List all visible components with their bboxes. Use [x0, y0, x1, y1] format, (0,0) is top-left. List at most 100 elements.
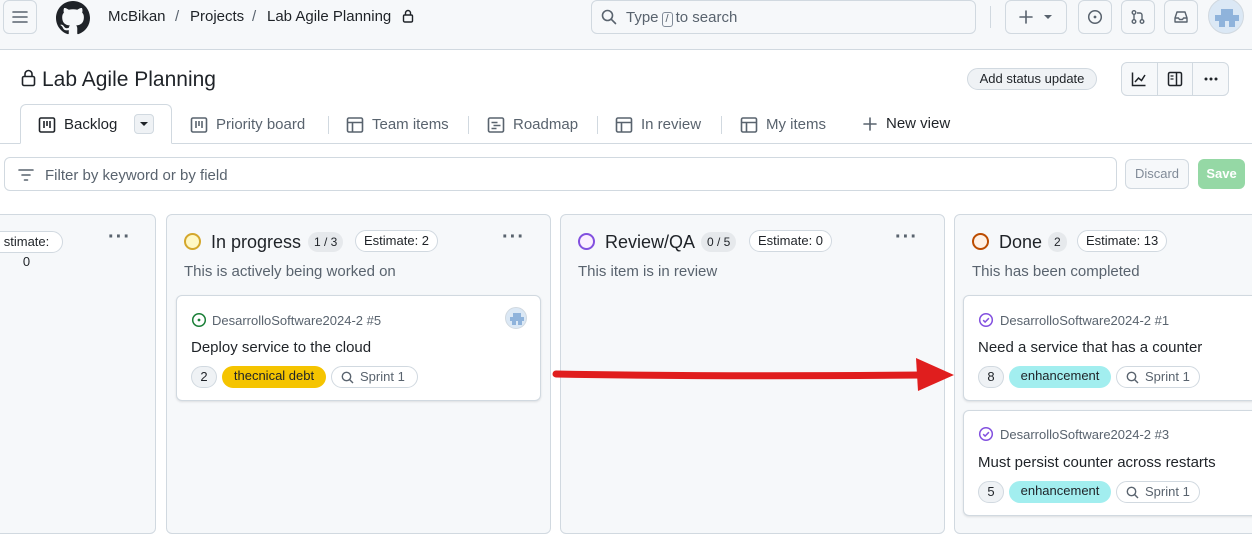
table-view-icon [346, 117, 364, 133]
search-shortcut-key: / [661, 12, 673, 27]
issue-opened-icon [1087, 9, 1103, 25]
breadcrumb-owner[interactable]: McBikan [108, 8, 166, 26]
plus-icon [1019, 10, 1033, 24]
hamburger-menu-button[interactable] [3, 0, 37, 34]
issue-card[interactable]: DesarrolloSoftware2024-2 #1 Need a servi… [963, 295, 1252, 401]
status-review-icon [578, 233, 595, 250]
table-view-icon [615, 117, 633, 133]
hamburger-icon [12, 11, 28, 23]
iterations-icon [1126, 371, 1139, 384]
header-divider [990, 6, 991, 28]
card-repository[interactable]: DesarrolloSoftware2024-2 #5 [212, 313, 381, 328]
filter-input[interactable]: Filter by keyword or by field [4, 157, 1117, 191]
column-description: This item is in review [578, 263, 718, 280]
iterations-icon [1126, 486, 1139, 499]
board-view-icon [38, 117, 56, 133]
top-navigation-bar: McBikan / Projects / Lab Agile Planning … [0, 0, 1252, 50]
filter-placeholder: Filter by keyword or by field [45, 167, 228, 184]
column-menu-button[interactable]: ··· [502, 227, 525, 247]
project-title: Lab Agile Planning [42, 68, 216, 91]
filter-icon [18, 169, 34, 181]
column-description: This has been completed [972, 263, 1140, 280]
card-title[interactable]: Need a service that has a counter [978, 339, 1202, 356]
plus-icon [863, 117, 877, 131]
assignee-avatar[interactable] [505, 307, 527, 329]
issue-closed-icon [978, 312, 994, 328]
card-estimate: 8 [978, 366, 1004, 388]
more-options-button[interactable] [1193, 63, 1228, 95]
git-pull-request-icon [1131, 10, 1145, 24]
triangle-down-icon [1044, 15, 1052, 19]
column-estimate: Estimate: 0 [749, 230, 833, 252]
tab-in-review[interactable]: In review [615, 115, 701, 135]
card-iteration[interactable]: Sprint 1 [331, 366, 418, 388]
card-estimate: 5 [978, 481, 1004, 503]
pull-requests-button[interactable] [1121, 0, 1155, 34]
view-options-dropdown[interactable] [134, 114, 154, 134]
search-input[interactable]: Type / to search [591, 0, 976, 34]
insights-button[interactable] [1122, 63, 1158, 95]
card-label[interactable]: enhancement [1009, 481, 1111, 503]
table-view-icon [740, 117, 758, 133]
column-menu-button[interactable]: ··· [108, 227, 131, 247]
card-title[interactable]: Deploy service to the cloud [191, 339, 371, 356]
discard-button[interactable]: Discard [1125, 159, 1189, 189]
status-done-icon [972, 233, 989, 250]
tab-my-items[interactable]: My items [740, 115, 826, 135]
create-new-button[interactable] [1005, 0, 1067, 34]
user-avatar[interactable] [1208, 0, 1244, 34]
card-title[interactable]: Must persist counter across restarts [978, 454, 1216, 471]
status-in-progress-icon [184, 233, 201, 250]
issue-closed-icon [978, 426, 994, 442]
tab-backlog-label[interactable]: Backlog [38, 115, 117, 135]
column-item-count: 0 / 5 [701, 232, 737, 252]
github-logo-icon[interactable] [56, 1, 90, 35]
kebab-horizontal-icon [1204, 77, 1218, 81]
tab-roadmap[interactable]: Roadmap [487, 115, 578, 135]
avatar-identicon-icon [510, 313, 524, 325]
triangle-down-icon [140, 122, 148, 126]
column-description: This is actively being worked on [184, 263, 396, 280]
tab-separator [597, 116, 598, 134]
board-view-icon [190, 117, 208, 133]
tabs-divider [0, 143, 1252, 144]
side-panel-button[interactable] [1158, 63, 1194, 95]
lock-icon [402, 9, 414, 23]
breadcrumb-project[interactable]: Lab Agile Planning [267, 8, 391, 26]
card-iteration[interactable]: Sprint 1 [1116, 366, 1200, 388]
avatar-identicon-icon [1215, 9, 1239, 27]
column-title: Done [999, 232, 1043, 252]
column-estimate: Estimate: 2 [355, 230, 439, 252]
breadcrumb-projects[interactable]: Projects [190, 8, 244, 26]
column-title: Review/QA [605, 232, 696, 252]
inbox-button[interactable] [1164, 0, 1198, 34]
column-estimate: stimate: 0 [0, 231, 63, 269]
lock-icon [21, 69, 36, 87]
issues-button[interactable] [1078, 0, 1112, 34]
tab-separator [721, 116, 722, 134]
column-item-count: 2 [1048, 232, 1067, 252]
column-item-count: 1 / 3 [308, 232, 344, 252]
project-actions-group [1121, 62, 1229, 96]
search-icon [601, 9, 617, 25]
roadmap-view-icon [487, 117, 505, 133]
new-view-button[interactable]: New view [862, 114, 950, 134]
tab-team-items[interactable]: Team items [346, 115, 449, 135]
card-repository[interactable]: DesarrolloSoftware2024-2 #3 [1000, 427, 1169, 442]
tab-priority-board[interactable]: Priority board [190, 115, 305, 135]
card-iteration[interactable]: Sprint 1 [1116, 481, 1200, 503]
card-label[interactable]: thecnical debt [222, 366, 326, 388]
tab-separator [328, 116, 329, 134]
column-title: In progress [211, 232, 302, 252]
graph-icon [1132, 72, 1146, 87]
save-button[interactable]: Save [1198, 159, 1245, 189]
breadcrumb-separator: / [175, 8, 180, 25]
issue-card[interactable]: DesarrolloSoftware2024-2 #3 Must persist… [963, 410, 1252, 516]
card-repository[interactable]: DesarrolloSoftware2024-2 #1 [1000, 313, 1169, 328]
inbox-icon [1174, 11, 1188, 23]
column-menu-button[interactable]: ··· [895, 227, 918, 247]
issue-opened-icon [191, 312, 207, 328]
issue-card[interactable]: DesarrolloSoftware2024-2 #5 Deploy servi… [176, 295, 541, 401]
card-label[interactable]: enhancement [1009, 366, 1111, 388]
add-status-update-button[interactable]: Add status update [967, 68, 1097, 90]
